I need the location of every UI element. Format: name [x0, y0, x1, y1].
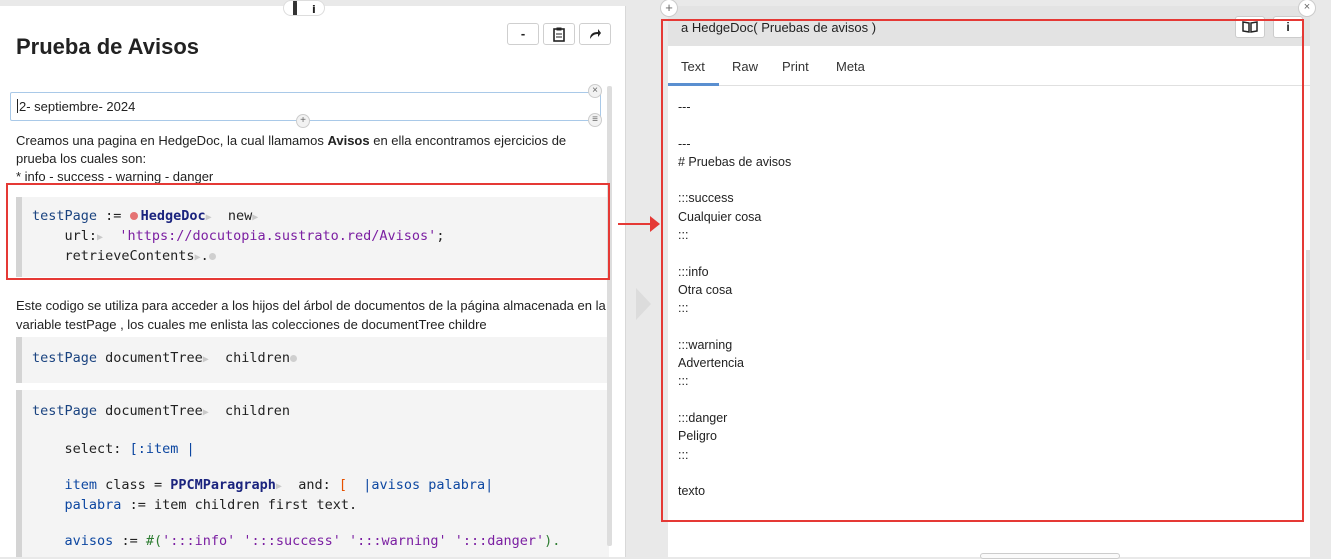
intro-bold-word: Avisos: [327, 133, 370, 148]
clipboard-icon: [553, 27, 565, 42]
share-arrow-icon: [590, 29, 601, 39]
close-pane-icon[interactable]: ×: [1298, 0, 1316, 17]
code-token: :=: [121, 533, 138, 549]
code-token: and:: [298, 477, 331, 493]
code-snippet-select[interactable]: testPage documentTree▶ children select: …: [16, 390, 609, 557]
code-token: select:: [64, 441, 122, 457]
code-token: class: [105, 477, 146, 493]
code-token: item: [64, 477, 98, 493]
playground-page-pane: Prueba de Avisos - 2- septiembre- 2024 ×…: [0, 6, 626, 557]
left-scrollbar[interactable]: [607, 86, 612, 546]
code-token: [:item |: [129, 441, 195, 457]
bottom-handle[interactable]: [980, 553, 1120, 559]
code-token: avisos: [64, 533, 114, 549]
highlight-box-inspector: [661, 19, 1304, 522]
code-token: palabra: [64, 497, 122, 513]
close-snippet-icon[interactable]: ×: [588, 84, 602, 98]
snippet-menu-icon[interactable]: ≡: [588, 113, 602, 127]
page-title: Prueba de Avisos: [16, 34, 199, 59]
code-token: testPage: [32, 350, 98, 366]
code-token: := item children first text.: [129, 497, 358, 513]
right-scrollbar[interactable]: [1306, 250, 1310, 360]
description-paragraph: Este codigo se utiliza para acceder a lo…: [16, 298, 606, 332]
code-token: =: [153, 477, 163, 493]
code-token: PPCMParagraph: [170, 477, 276, 493]
code-token: #(: [145, 533, 163, 549]
intro-list: * info - success - warning - danger: [16, 169, 214, 184]
code-token: children: [225, 350, 291, 366]
info-toggle[interactable]: i: [283, 0, 325, 16]
code-token: documentTree: [105, 403, 203, 419]
code-token: ).: [544, 533, 561, 549]
highlight-arrow-head: [650, 216, 660, 232]
code-string: ':::info' ':::success' ':::warning' ':::…: [162, 533, 545, 549]
code-token: [: [338, 477, 347, 493]
info-badge-text: i: [312, 3, 316, 16]
highlight-box-code: [6, 183, 610, 280]
pane-expander-icon[interactable]: [636, 288, 651, 320]
code-token: documentTree: [105, 350, 203, 366]
intro-paragraph: Creamos una pagina en HedgeDoc, la cual …: [16, 132, 606, 186]
code-token: children: [225, 403, 291, 419]
date-text: 2- septiembre- 2024: [19, 99, 136, 114]
expander-arrow-icon[interactable]: ▶: [276, 481, 282, 492]
code-token: testPage: [32, 403, 98, 419]
minimize-button[interactable]: -: [507, 23, 539, 45]
text-cursor: [17, 99, 18, 113]
expander-arrow-icon[interactable]: ▶: [203, 407, 209, 418]
code-snippet-children[interactable]: testPage documentTree▶ children: [16, 337, 609, 383]
highlight-arrow: [618, 223, 652, 225]
expander-arrow-icon[interactable]: ▶: [203, 354, 209, 365]
share-button[interactable]: [579, 23, 611, 45]
info-icon: i: [293, 0, 316, 16]
code-token: |avisos palabra|: [363, 477, 494, 493]
intro-text: Creamos una pagina en HedgeDoc, la cual …: [16, 133, 328, 148]
add-snippet-icon[interactable]: +: [296, 114, 310, 128]
copy-button[interactable]: [543, 23, 575, 45]
status-dot-icon: [290, 355, 298, 362]
